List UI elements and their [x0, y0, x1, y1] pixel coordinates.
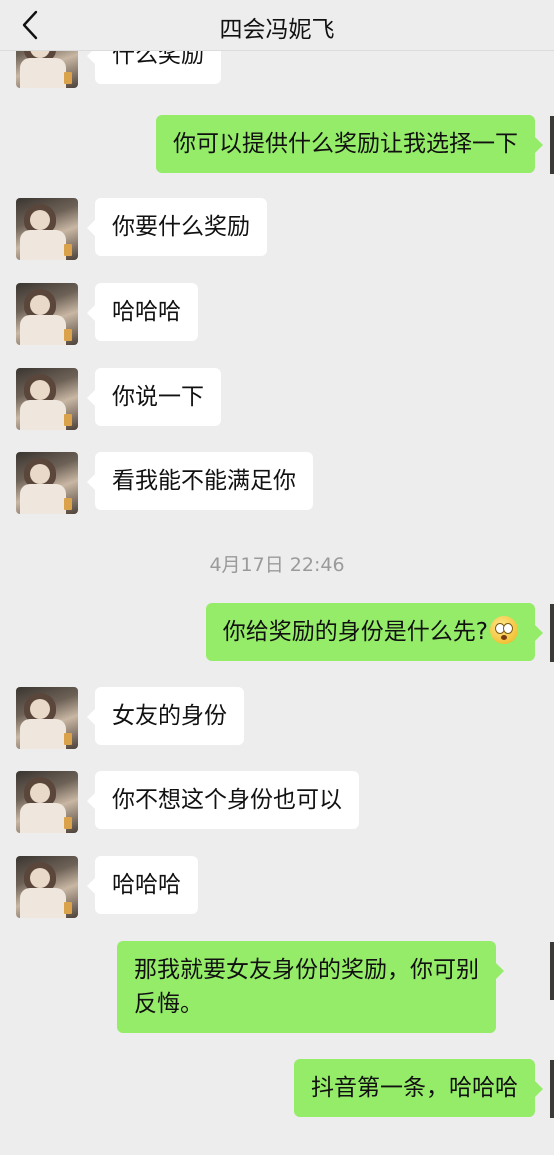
message-row-outgoing: 抖音第一条，哈哈哈	[0, 1059, 554, 1119]
message-bubble[interactable]: 女友的身份	[87, 687, 244, 745]
message-row-outgoing: 那我就要女友身份的奖励，你可别 反悔。	[0, 941, 554, 1035]
flushed-face-icon	[490, 616, 518, 644]
contact-avatar[interactable]	[16, 771, 78, 833]
message-row-incoming: 看我能不能满足你	[0, 452, 554, 514]
message-bubble[interactable]: 你可以提供什么奖励让我选择一下	[156, 115, 543, 173]
contact-avatar[interactable]	[16, 198, 78, 260]
message-row-incoming: 哈哈哈	[0, 283, 554, 345]
contact-avatar[interactable]	[16, 687, 78, 749]
chat-history[interactable]: 什么奖励 你可以提供什么奖励让我选择一下 你要什么奖励 哈哈哈 你说一下 看我能…	[0, 0, 554, 1155]
message-row-incoming: 女友的身份	[0, 687, 554, 749]
message-bubble[interactable]: 那我就要女友身份的奖励，你可别 反悔。	[117, 941, 504, 1033]
message-line: 反悔。	[134, 991, 203, 1017]
self-avatar[interactable]	[550, 604, 554, 662]
contact-avatar[interactable]	[16, 452, 78, 514]
message-timestamp: 4月17日 22:46	[209, 554, 345, 576]
chat-title: 四会冯妮飞	[219, 17, 335, 43]
message-bubble[interactable]: 抖音第一条，哈哈哈	[294, 1059, 543, 1117]
message-text: 你给奖励的身份是什么先?	[222, 619, 488, 645]
message-row-outgoing: 你给奖励的身份是什么先?	[0, 603, 554, 663]
self-avatar[interactable]	[550, 1060, 554, 1118]
message-bubble[interactable]: 看我能不能满足你	[87, 452, 313, 510]
message-row-outgoing: 你可以提供什么奖励让我选择一下	[0, 115, 554, 175]
contact-avatar[interactable]	[16, 283, 78, 345]
contact-avatar[interactable]	[16, 856, 78, 918]
message-bubble[interactable]: 你要什么奖励	[87, 198, 267, 256]
message-row-incoming: 你不想这个身份也可以	[0, 771, 554, 833]
contact-avatar[interactable]	[16, 368, 78, 430]
message-row-incoming: 你要什么奖励	[0, 198, 554, 260]
message-bubble[interactable]: 哈哈哈	[87, 856, 198, 914]
message-bubble[interactable]: 你给奖励的身份是什么先?	[205, 603, 544, 661]
chat-header: 四会冯妮飞	[0, 0, 554, 51]
message-bubble[interactable]: 你不想这个身份也可以	[87, 771, 359, 829]
message-row-incoming: 你说一下	[0, 368, 554, 430]
message-row-incoming: 哈哈哈	[0, 856, 554, 918]
message-bubble[interactable]: 哈哈哈	[87, 283, 198, 341]
message-line: 那我就要女友身份的奖励，你可别	[134, 957, 479, 983]
message-bubble[interactable]: 你说一下	[87, 368, 221, 426]
self-avatar[interactable]	[550, 942, 554, 1000]
self-avatar[interactable]	[550, 116, 554, 174]
